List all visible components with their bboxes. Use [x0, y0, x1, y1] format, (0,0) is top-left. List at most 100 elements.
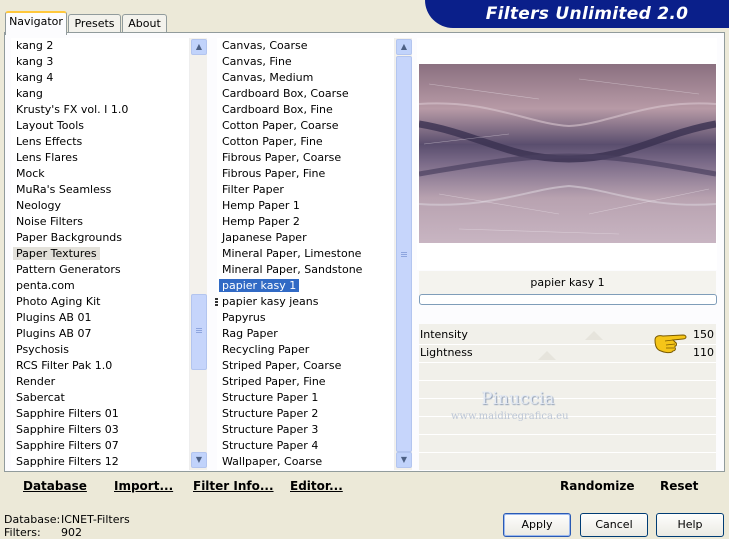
tab-navigator[interactable]: Navigator [5, 11, 67, 35]
list-item[interactable]: Render [11, 374, 189, 390]
list-item[interactable]: papier kasy jeans [217, 294, 394, 310]
database-button[interactable]: Database [23, 477, 87, 495]
filter-scroll-thumb[interactable] [396, 56, 412, 452]
list-item[interactable]: Papyrus [217, 310, 394, 326]
list-item[interactable]: Sapphire Filters 12 [11, 454, 189, 470]
list-item[interactable]: Fibrous Paper, Coarse [217, 150, 394, 166]
category-scroll-thumb[interactable] [191, 294, 207, 370]
list-item[interactable]: Cardboard Box, Fine [217, 102, 394, 118]
list-item[interactable]: kang 3 [11, 54, 189, 70]
watermark-name: Pinuccia [481, 389, 555, 409]
list-item[interactable]: Cardboard Box, Coarse [217, 86, 394, 102]
list-item-label: Canvas, Coarse [222, 39, 308, 52]
list-item[interactable]: Cotton Paper, Coarse [217, 118, 394, 134]
category-list[interactable]: kang 2 kang 3 kang 4 kang Krusty's FX vol. I… [11, 38, 189, 470]
list-item[interactable]: Layout Tools [11, 118, 189, 134]
list-item-label: Plugins AB 07 [16, 327, 92, 340]
filter-scrollbar[interactable]: ▲ ▼ [394, 38, 412, 470]
list-item[interactable]: Plugins AB 07 [11, 326, 189, 342]
help-button[interactable]: Help [656, 513, 724, 537]
list-item[interactable]: papier kasy 1 [217, 278, 394, 294]
list-item[interactable]: Hemp Paper 1 [217, 198, 394, 214]
list-item[interactable]: Plugins AB 01 [11, 310, 189, 326]
list-item[interactable]: Japanese Paper [217, 230, 394, 246]
list-item[interactable]: Photo Aging Kit [11, 294, 189, 310]
list-item[interactable]: kang 2 [11, 38, 189, 54]
list-item[interactable]: Noise Filters [11, 214, 189, 230]
selected-filter-label: papier kasy 1 [419, 271, 716, 295]
list-item[interactable]: Sapphire Filters 03 [11, 422, 189, 438]
list-item[interactable]: Fibrous Paper, Fine [217, 166, 394, 182]
list-item-label: Plugins AB 01 [16, 311, 92, 324]
filter-list[interactable]: Canvas, Coarse Canvas, Fine Canvas, Medium… [217, 38, 394, 470]
tab-presets[interactable]: Presets [68, 14, 121, 33]
list-item[interactable]: Sapphire Filters 07 [11, 438, 189, 454]
scroll-up-icon[interactable]: ▲ [396, 39, 412, 55]
randomize-button[interactable]: Randomize [560, 477, 634, 495]
list-item[interactable]: Mock [11, 166, 189, 182]
list-item[interactable]: Psychosis [11, 342, 189, 358]
list-item-label: Paper Backgrounds [16, 231, 123, 244]
list-item-label: Fibrous Paper, Fine [222, 167, 326, 180]
slider-thumb-icon[interactable] [585, 331, 603, 340]
list-item-label: Striped Paper, Coarse [222, 359, 342, 372]
category-scrollbar[interactable]: ▲ ▼ [189, 38, 207, 470]
list-item[interactable]: Striped Paper, Fine [217, 374, 394, 390]
list-item[interactable]: Structure Paper 1 [217, 390, 394, 406]
list-item[interactable]: Mineral Paper, Sandstone [217, 262, 394, 278]
list-item[interactable]: Canvas, Medium [217, 70, 394, 86]
list-item[interactable]: Structure Paper 2 [217, 406, 394, 422]
list-item[interactable]: RCS Filter Pak 1.0 [11, 358, 189, 374]
list-item[interactable]: Structure Paper 3 [217, 422, 394, 438]
list-item[interactable]: Hemp Paper 2 [217, 214, 394, 230]
list-item-label: Cotton Paper, Coarse [222, 119, 339, 132]
list-item[interactable]: penta.com [11, 278, 189, 294]
import-button[interactable]: Import... [114, 477, 173, 495]
list-item[interactable]: Paper Textures [11, 246, 189, 262]
filters-count-value: 902 [61, 526, 82, 539]
list-item[interactable]: Rag Paper [217, 326, 394, 342]
list-item-label: Photo Aging Kit [16, 295, 101, 308]
list-item-label: Hemp Paper 2 [222, 215, 300, 228]
reset-button[interactable]: Reset [660, 477, 698, 495]
list-item[interactable]: Paper Backgrounds [11, 230, 189, 246]
list-item-label: Noise Filters [16, 215, 83, 228]
editor-button[interactable]: Editor... [290, 477, 343, 495]
list-item-label: Paper Textures [13, 247, 100, 260]
list-item[interactable]: Structure Paper 4 [217, 438, 394, 454]
filter-info-button[interactable]: Filter Info... [193, 477, 274, 495]
list-item[interactable]: Canvas, Coarse [217, 38, 394, 54]
list-item[interactable]: Mineral Paper, Limestone [217, 246, 394, 262]
list-item[interactable]: Lens Flares [11, 150, 189, 166]
tab-about[interactable]: About [122, 14, 167, 33]
list-item[interactable]: Canvas, Fine [217, 54, 394, 70]
list-item[interactable]: Sabercat [11, 390, 189, 406]
progress-bar [419, 294, 717, 305]
cancel-button[interactable]: Cancel [580, 513, 648, 537]
scroll-down-icon[interactable]: ▼ [396, 452, 412, 468]
list-item[interactable]: Sapphire Filters 01 [11, 406, 189, 422]
list-item[interactable]: kang [11, 86, 189, 102]
watermark-url: www.maidiregrafica.eu [451, 411, 569, 422]
list-item[interactable]: Cotton Paper, Fine [217, 134, 394, 150]
scroll-up-icon[interactable]: ▲ [191, 39, 207, 55]
slider-thumb-icon[interactable] [538, 351, 556, 360]
param-value: 110 [693, 346, 714, 359]
param-value: 150 [693, 328, 714, 341]
list-item[interactable]: kang 4 [11, 70, 189, 86]
list-item[interactable]: Neology [11, 198, 189, 214]
scroll-down-icon[interactable]: ▼ [191, 452, 207, 468]
list-item[interactable]: MuRa's Seamless [11, 182, 189, 198]
list-item-label: kang 4 [16, 71, 54, 84]
list-item[interactable]: Recycling Paper [217, 342, 394, 358]
list-item[interactable]: Krusty's FX vol. I 1.0 [11, 102, 189, 118]
list-item[interactable]: Pattern Generators [11, 262, 189, 278]
list-item[interactable]: Lens Effects [11, 134, 189, 150]
list-item-label: Canvas, Medium [222, 71, 314, 84]
list-item[interactable]: Filter Paper [217, 182, 394, 198]
apply-button[interactable]: Apply [503, 513, 571, 537]
list-item-label: Recycling Paper [222, 343, 310, 356]
list-item[interactable]: Striped Paper, Coarse [217, 358, 394, 374]
param-label: Intensity [420, 328, 468, 341]
list-item[interactable]: Wallpaper, Coarse [217, 454, 394, 470]
